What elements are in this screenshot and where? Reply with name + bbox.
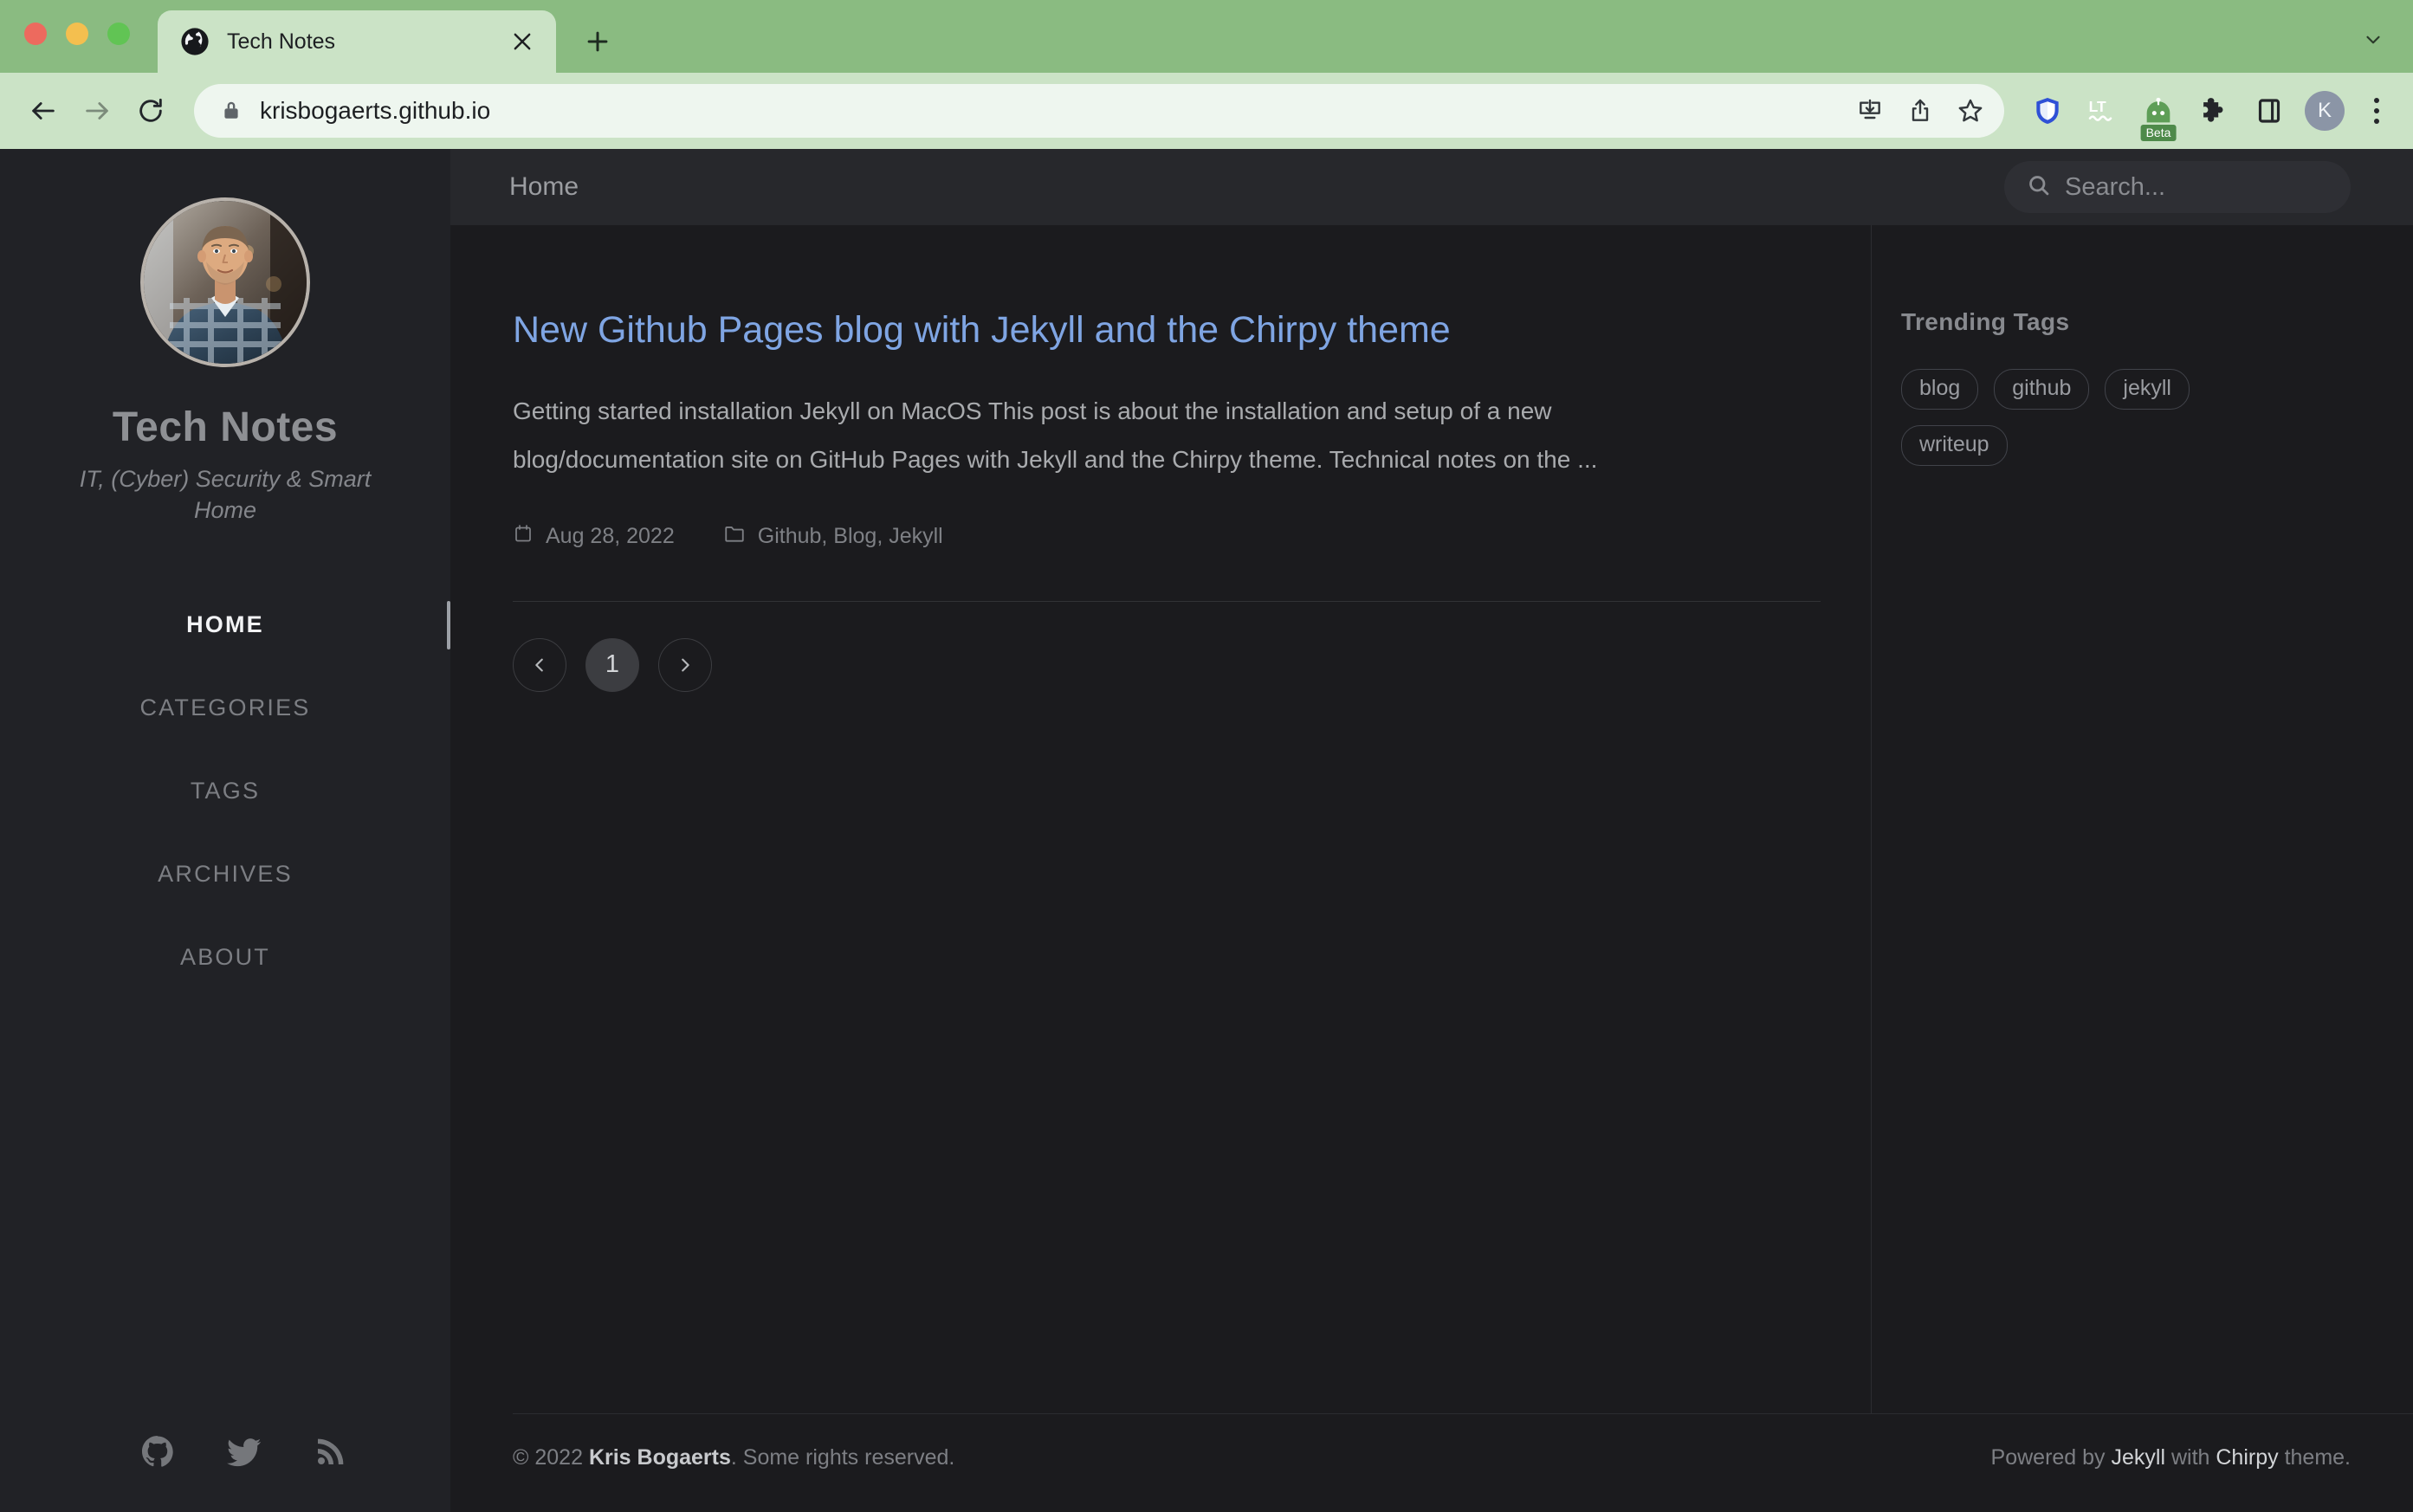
copyright-owner-link[interactable]: Kris Bogaerts [589,1445,731,1470]
post-title-link[interactable]: New Github Pages blog with Jekyll and th… [513,309,1451,351]
powered-prefix: Powered by [1990,1445,2112,1470]
tag-writeup[interactable]: writeup [1901,425,2008,466]
share-icon[interactable] [1902,93,1938,129]
install-icon[interactable] [1852,93,1888,129]
globe-icon [180,27,210,56]
pagination-prev-button[interactable] [513,637,566,692]
tag-blog[interactable]: blog [1901,369,1979,410]
post-item: New Github Pages blog with Jekyll and th… [513,308,1847,551]
bookmark-star-icon[interactable] [1952,93,1989,129]
browser-toolbar: krisbogaerts.github.io LT Beta K [0,73,2413,149]
site-content: Home Search... New Github Pages blog wit… [450,149,2413,1512]
sidebar-item-about[interactable]: ABOUT [0,916,450,999]
close-window-button[interactable] [24,23,47,45]
powered-by: Powered by Jekyll with Chirpy theme. [1991,1445,2351,1470]
github-icon[interactable] [139,1432,177,1470]
twitter-icon[interactable] [225,1432,263,1470]
powered-mid: with [2165,1445,2216,1470]
back-arrow-icon[interactable] [19,87,68,135]
close-icon[interactable] [508,27,537,56]
folder-icon [723,522,746,551]
sidebar-item-label: HOME [186,611,264,638]
pagination-next-button[interactable] [658,637,712,692]
site-sidebar: Tech Notes IT, (Cyber) Security & Smart … [0,149,450,1512]
sidebar-social-links [0,1432,450,1512]
post-categories: Github, Blog, Jekyll [723,522,943,551]
sidebar-header: Tech Notes IT, (Cyber) Security & Smart … [0,149,450,527]
avatar-initial: K [2317,99,2332,122]
languagetool-icon[interactable]: LT [2082,90,2124,132]
ublock-shield-icon[interactable] [2027,90,2068,132]
beta-robot-icon[interactable]: Beta [2138,90,2179,141]
search-icon [2027,173,2051,202]
url-text: krisbogaerts.github.io [260,97,491,124]
post-meta: Aug 28, 2022 Github, Blog, Jekyll [513,522,1847,551]
search-input[interactable]: Search... [2004,161,2351,213]
sidebar-item-label: ARCHIVES [158,861,293,888]
reload-icon[interactable] [126,87,175,135]
site-title: Tech Notes [112,404,339,450]
sidebar-item-archives[interactable]: ARCHIVES [0,833,450,916]
trending-tags-panel: Trending Tags blog github jekyll writeup [1871,225,2321,1413]
post-categories-text: Github, Blog, Jekyll [757,523,943,548]
post-list: New Github Pages blog with Jekyll and th… [513,225,1847,1413]
powered-suffix: theme. [2278,1445,2351,1470]
breadcrumb[interactable]: Home [509,172,579,202]
sidebar-item-categories[interactable]: CATEGORIES [0,667,450,750]
sidebar-item-tags[interactable]: TAGS [0,750,450,833]
profile-avatar-button[interactable]: K [2304,90,2345,132]
browser-tab[interactable]: Tech Notes [158,10,556,73]
kebab-menu-icon[interactable] [2359,90,2394,132]
pagination-page-1[interactable]: 1 [585,637,639,692]
svg-text:LT: LT [2089,98,2106,115]
post-date-text: Aug 28, 2022 [546,523,675,548]
maximize-window-button[interactable] [107,23,130,45]
site-footer: © 2022 Kris Bogaerts. Some rights reserv… [513,1413,2413,1512]
tab-strip: Tech Notes [0,0,2413,73]
chevron-down-icon[interactable] [2356,23,2390,57]
site-topbar: Home Search... [450,149,2413,225]
side-panel-icon[interactable] [2248,90,2290,132]
web-page: Tech Notes IT, (Cyber) Security & Smart … [0,149,2413,1512]
tag-github[interactable]: github [1994,369,2090,410]
window-controls [24,0,130,73]
profile-photo[interactable] [140,197,310,367]
extensions-puzzle-icon[interactable] [2193,90,2235,132]
tag-jekyll[interactable]: jekyll [2105,369,2190,410]
post-excerpt: Getting started installation Jekyll on M… [513,397,1598,473]
copyright-prefix: © 2022 [513,1445,589,1470]
extension-icons: LT Beta K [2022,90,2394,141]
forward-arrow-icon[interactable] [73,87,121,135]
sidebar-item-label: ABOUT [179,944,270,971]
chirpy-link[interactable]: Chirpy [2216,1445,2278,1470]
post-date: Aug 28, 2022 [513,523,675,550]
avatar: K [2305,91,2345,131]
jekyll-link[interactable]: Jekyll [2112,1445,2166,1470]
copyright-suffix: . Some rights reserved. [730,1445,955,1470]
rss-icon[interactable] [312,1432,350,1470]
sidebar-item-label: TAGS [190,778,261,804]
tab-title: Tech Notes [227,29,336,54]
trending-tags-title: Trending Tags [1901,308,2070,335]
beta-badge-label: Beta [2140,124,2177,141]
calendar-icon [513,523,534,550]
tag-list: blog github jekyll writeup [1901,369,2213,466]
sidebar-item-home[interactable]: HOME [0,584,450,667]
browser-window: Tech Notes krisbogaerts.github.io LT Bet… [0,0,2413,1512]
copyright: © 2022 Kris Bogaerts. Some rights reserv… [513,1445,954,1470]
search-placeholder: Search... [2065,172,2166,201]
sidebar-nav: HOME CATEGORIES TAGS ARCHIVES ABOUT [0,584,450,999]
main-region: New Github Pages blog with Jekyll and th… [450,225,2413,1413]
address-bar[interactable]: krisbogaerts.github.io [194,84,2004,138]
new-tab-button[interactable] [572,16,624,68]
pagination: 1 [513,637,1847,692]
lock-icon [220,99,244,123]
minimize-window-button[interactable] [66,23,88,45]
divider [513,600,1821,602]
site-tagline: IT, (Cyber) Security & Smart Home [79,466,372,524]
omnibox-actions [1852,93,1989,129]
sidebar-item-label: CATEGORIES [139,695,311,721]
